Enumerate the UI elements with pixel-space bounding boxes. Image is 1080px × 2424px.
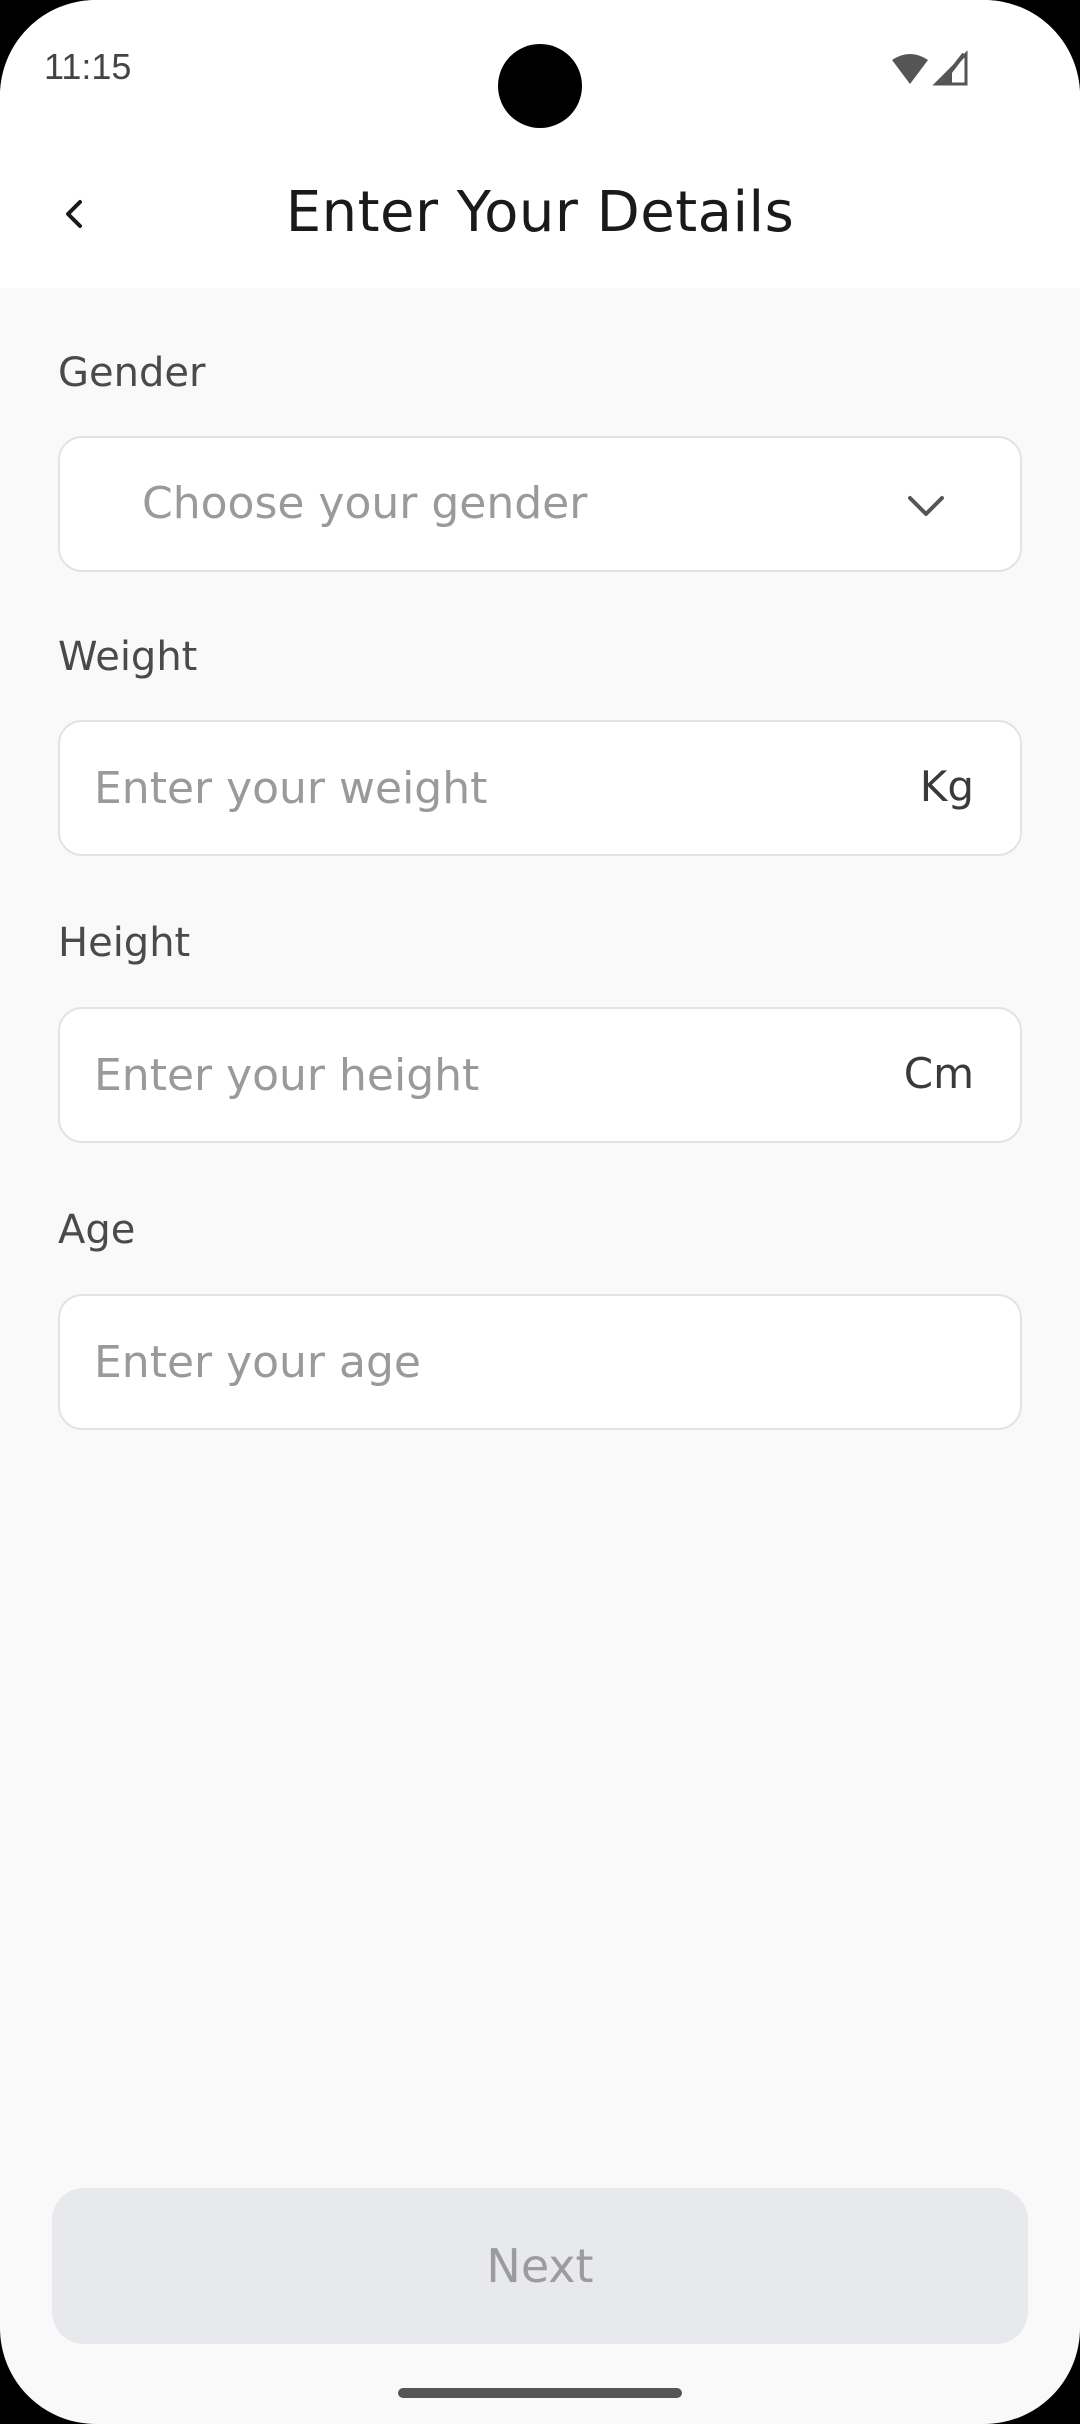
chevron-down-icon [908, 496, 944, 516]
app-bar: Enter Your Details [0, 140, 1080, 288]
height-field: Cm [58, 1007, 1022, 1143]
camera-cutout [498, 44, 582, 128]
status-time: 11:15 [44, 46, 132, 87]
next-button[interactable]: Next [52, 2188, 1028, 2344]
weight-input[interactable] [94, 722, 914, 854]
screen: 11:15 Enter Your Details Gender Choose y… [0, 0, 1080, 2424]
wifi-icon [892, 54, 928, 84]
page-title: Enter Your Details [285, 180, 795, 245]
signal-icon [932, 50, 968, 86]
gender-select-placeholder: Choose your gender [142, 478, 588, 529]
weight-unit: Kg [919, 762, 974, 811]
gender-select[interactable]: Choose your gender [58, 436, 1022, 572]
height-label: Height [58, 920, 191, 966]
weight-label: Weight [58, 634, 198, 680]
age-field [58, 1294, 1022, 1430]
status-bar: 11:15 [0, 0, 1080, 140]
status-icons [888, 50, 968, 90]
age-label: Age [58, 1207, 136, 1253]
gender-label: Gender [58, 350, 206, 396]
home-indicator[interactable] [398, 2388, 682, 2398]
height-input[interactable] [94, 1009, 914, 1141]
height-unit: Cm [903, 1049, 974, 1098]
weight-field: Kg [58, 720, 1022, 856]
age-input[interactable] [94, 1296, 914, 1428]
